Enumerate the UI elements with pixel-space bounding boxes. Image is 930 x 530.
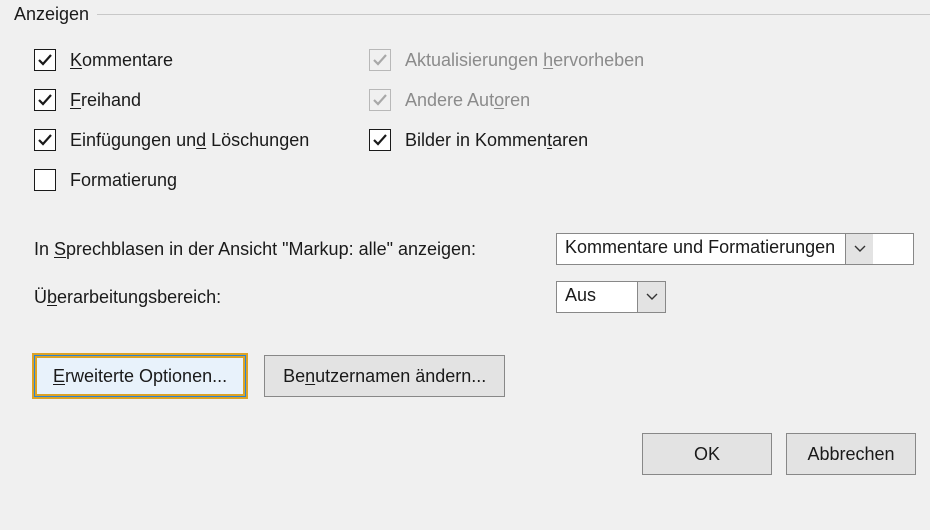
change-username-button[interactable]: Benutzernamen ändern... (264, 355, 505, 397)
checkbox-label: Kommentare (70, 50, 173, 71)
group-title: Anzeigen (0, 4, 97, 25)
checkbox-ink[interactable]: Freihand (34, 89, 369, 111)
dialog-footer: OK Abbrechen (0, 397, 930, 475)
checkbox-icon (369, 49, 391, 71)
checkbox-icon (34, 129, 56, 151)
group-header: Anzeigen (0, 4, 930, 33)
checkbox-pictures-in-comments[interactable]: Bilder in Kommentaren (369, 129, 930, 151)
action-buttons-row: Erweiterte Optionen... Benutzernamen änd… (0, 329, 930, 397)
review-pane-label: Überarbeitungsbereich: (34, 287, 556, 308)
checkbox-icon (34, 89, 56, 111)
checkbox-label: Aktualisierungen hervorheben (405, 50, 644, 71)
checkbox-label: Einfügungen und Löschungen (70, 130, 309, 151)
review-pane-select-value: Aus (557, 282, 637, 312)
ok-button[interactable]: OK (642, 433, 772, 475)
balloons-label: In Sprechblasen in der Ansicht "Markup: … (34, 239, 556, 260)
checkbox-icon (34, 169, 56, 191)
advanced-options-button[interactable]: Erweiterte Optionen... (34, 355, 246, 397)
checkbox-other-authors: Andere Autoren (369, 89, 930, 111)
row-balloons: In Sprechblasen in der Ansicht "Markup: … (34, 233, 916, 265)
checkbox-formatting[interactable]: Formatierung (34, 169, 369, 191)
checkbox-label: Andere Autoren (405, 90, 530, 111)
checkbox-label: Bilder in Kommentaren (405, 130, 588, 151)
dropdown-rows: In Sprechblasen in der Ansicht "Markup: … (0, 191, 930, 313)
cancel-button[interactable]: Abbrechen (786, 433, 916, 475)
checkbox-icon (369, 89, 391, 111)
checkbox-icon (34, 49, 56, 71)
group-divider (97, 14, 930, 15)
checkbox-label: Formatierung (70, 170, 177, 191)
row-review-pane: Überarbeitungsbereich: Aus (34, 281, 916, 313)
checkbox-highlight-updates: Aktualisierungen hervorheben (369, 49, 930, 71)
checkbox-insertions-deletions[interactable]: Einfügungen und Löschungen (34, 129, 369, 151)
checkbox-comments[interactable]: Kommentare (34, 49, 369, 71)
options-panel: Anzeigen Kommentare Aktualisierungen her… (0, 4, 930, 475)
chevron-down-icon (845, 234, 873, 264)
balloons-select[interactable]: Kommentare und Formatierungen (556, 233, 914, 265)
checkbox-icon (369, 129, 391, 151)
chevron-down-icon (637, 282, 665, 312)
review-pane-select[interactable]: Aus (556, 281, 666, 313)
checkbox-label: Freihand (70, 90, 141, 111)
balloons-select-value: Kommentare und Formatierungen (557, 234, 845, 264)
checkbox-grid: Kommentare Aktualisierungen hervorheben … (0, 33, 930, 191)
